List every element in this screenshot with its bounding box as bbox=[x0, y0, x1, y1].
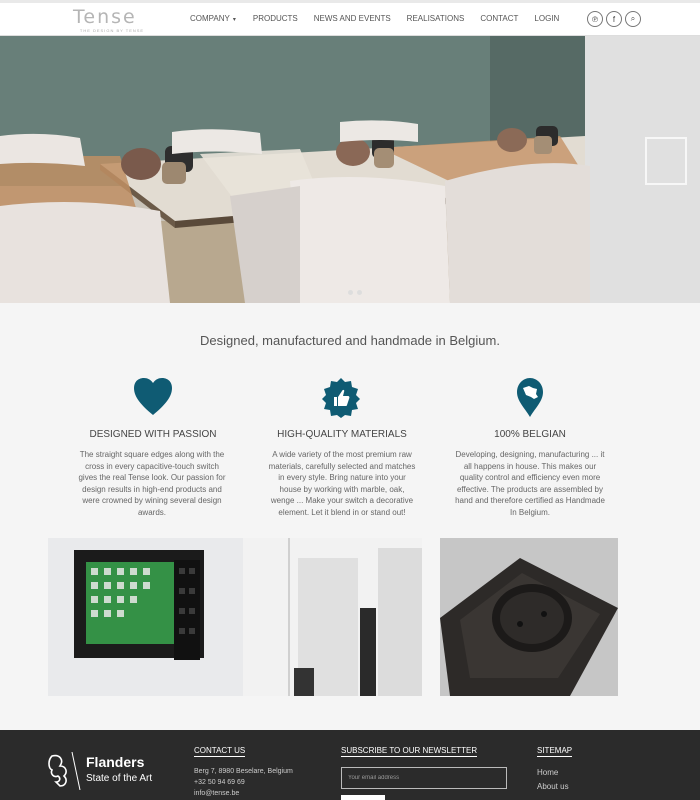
nav-item-products[interactable]: PRODUCTS bbox=[253, 14, 298, 28]
nav-label-company: COMPANY bbox=[190, 14, 230, 23]
top-strip bbox=[0, 0, 700, 3]
feature-title-materials: HIGH-QUALITY MATERIALS bbox=[277, 429, 407, 440]
feature-title-belgian: 100% BELGIAN bbox=[494, 429, 566, 440]
feature-text-passion: The straight square edges along with the… bbox=[78, 450, 226, 517]
tense-logo[interactable]: Tense THE DESIGN BY TENSE bbox=[73, 8, 153, 34]
sitemap-link-about-us[interactable]: About us bbox=[537, 782, 569, 791]
logo-wordmark: Tense bbox=[73, 6, 137, 28]
footer-contact-title: CONTACT US bbox=[194, 746, 246, 757]
flanders-lion-logo-icon bbox=[48, 752, 81, 790]
nav-item-login[interactable]: LOGIN bbox=[534, 14, 559, 28]
thumbs-up-badge-icon bbox=[322, 378, 360, 418]
feature-title-passion: DESIGNED WITH PASSION bbox=[89, 429, 217, 440]
intro-tagline: Designed, manufactured and handmade in B… bbox=[200, 333, 500, 348]
sitemap-link-home[interactable]: Home bbox=[537, 768, 558, 777]
nav-item-contact[interactable]: CONTACT bbox=[480, 14, 518, 28]
footer-contact-phone[interactable]: +32 50 94 69 69 bbox=[194, 778, 245, 789]
search-glyph: ⌕ bbox=[630, 14, 636, 23]
footer-sitemap-title: SITEMAP bbox=[537, 746, 573, 757]
facebook-glyph: f bbox=[612, 14, 616, 24]
top-navigation-bar: Tense THE DESIGN BY TENSE COMPANY ▾ PRODU… bbox=[0, 0, 700, 36]
slider-dot-1[interactable] bbox=[348, 290, 353, 295]
photo-socket-art bbox=[440, 538, 618, 696]
footer-newsletter-title: SUBSCRIBE TO OUR NEWSLETTER bbox=[341, 746, 478, 757]
nav-item-company[interactable]: COMPANY ▾ bbox=[190, 14, 236, 28]
photo-kitchen-tablet[interactable] bbox=[48, 538, 422, 696]
feature-text-belgian: Developing, designing, manufacturing ...… bbox=[455, 450, 605, 517]
slider-dots bbox=[348, 290, 362, 295]
photo-socket[interactable] bbox=[440, 538, 618, 696]
photo-kitchen-tablet-art bbox=[48, 538, 422, 696]
flanders-subtitle: State of the Art bbox=[86, 773, 153, 784]
flanders-title: Flanders bbox=[86, 754, 145, 770]
newsletter-subscribe-button[interactable] bbox=[341, 795, 385, 800]
chevron-down-icon: ▾ bbox=[232, 17, 236, 23]
facebook-icon[interactable]: f bbox=[606, 11, 622, 27]
hero-slider[interactable] bbox=[0, 36, 700, 303]
nav-item-realisations[interactable]: REALISATIONS bbox=[407, 14, 465, 28]
pinterest-icon[interactable]: ℗ bbox=[587, 11, 603, 27]
page: Tense THE DESIGN BY TENSE COMPANY ▾ PRODU… bbox=[0, 0, 700, 800]
belgium-pin-icon bbox=[517, 378, 543, 417]
logo-tagline: THE DESIGN BY TENSE bbox=[79, 28, 145, 33]
search-icon[interactable]: ⌕ bbox=[625, 11, 641, 27]
main-nav: COMPANY ▾ PRODUCTS NEWS AND EVENTS REALIS… bbox=[190, 14, 559, 28]
slider-dot-2[interactable] bbox=[357, 290, 362, 295]
newsletter-email-input[interactable] bbox=[341, 767, 507, 789]
footer-contact-email[interactable]: info@tense.be bbox=[194, 789, 239, 800]
nav-item-news-and-events[interactable]: NEWS AND EVENTS bbox=[314, 14, 391, 28]
hero-image-dining-room bbox=[0, 36, 700, 303]
pinterest-glyph: ℗ bbox=[592, 14, 598, 24]
heart-icon bbox=[134, 378, 172, 415]
footer-contact-address: Berg 7, 8980 Beselare, Belgium bbox=[194, 768, 293, 775]
feature-text-materials: A wide variety of the most premium raw m… bbox=[268, 450, 416, 517]
